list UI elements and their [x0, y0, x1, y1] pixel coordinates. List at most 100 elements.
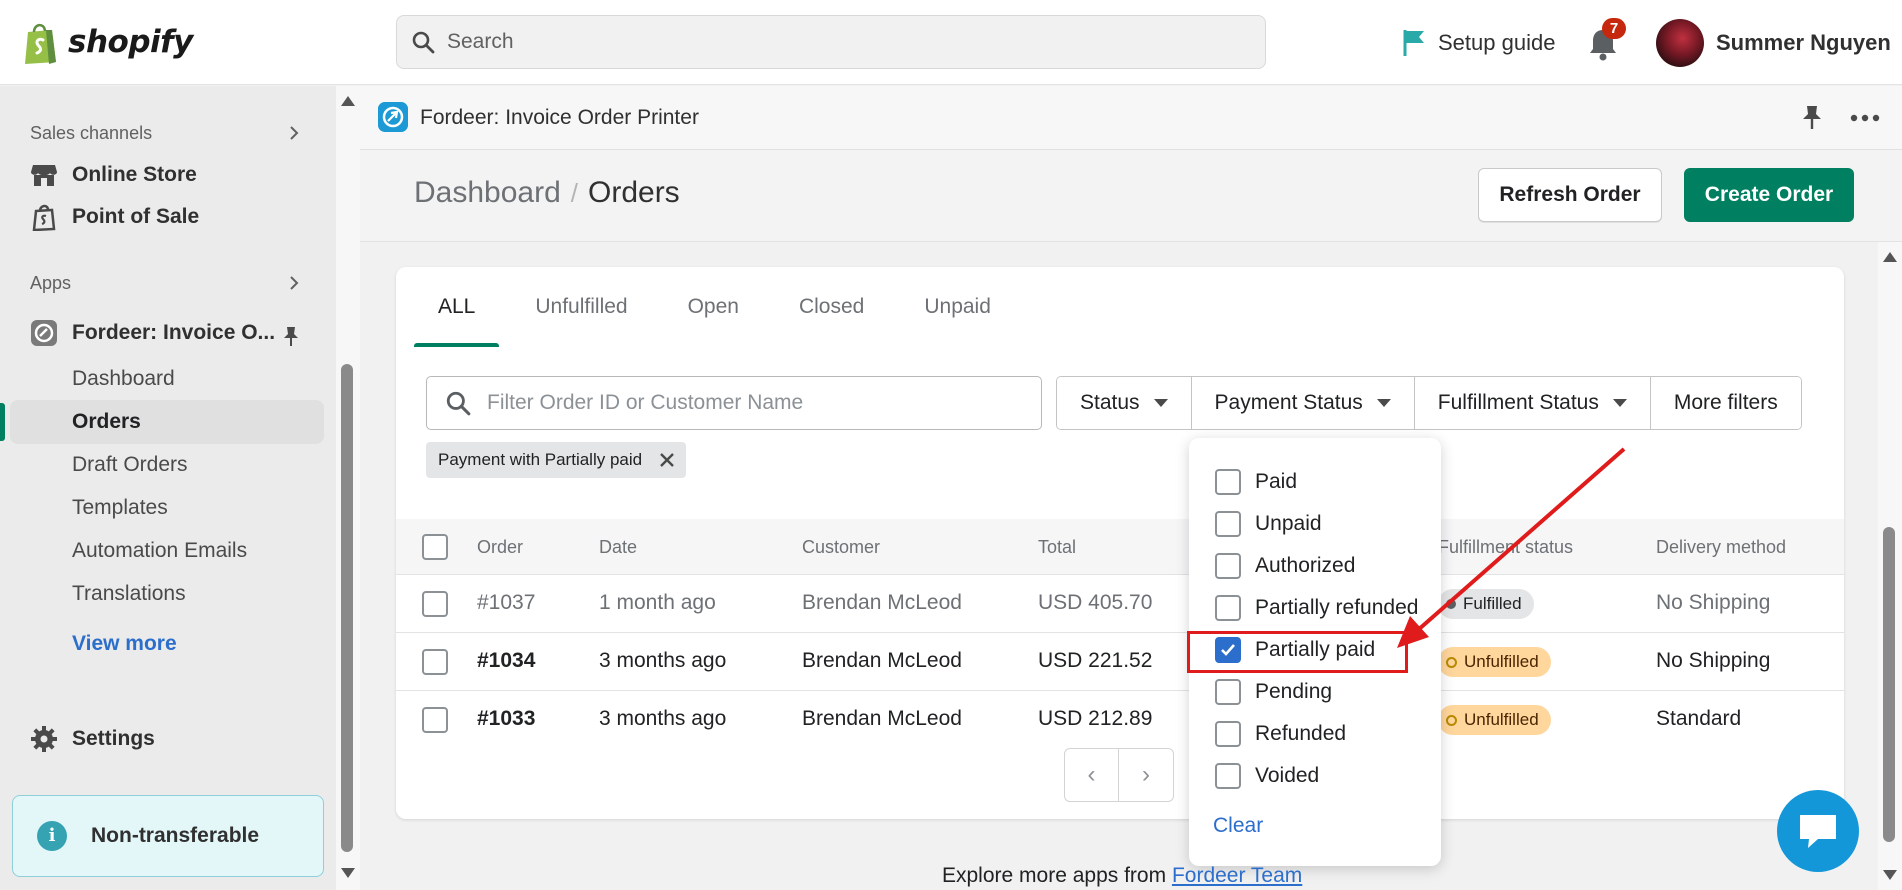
option-checkbox[interactable] — [1215, 469, 1241, 495]
scrollbar-thumb[interactable] — [1883, 527, 1895, 842]
global-search-input[interactable]: Search — [396, 15, 1266, 69]
scroll-down-arrow[interactable] — [341, 868, 355, 878]
option-checkbox[interactable] — [1215, 679, 1241, 705]
sidebar-item-point-of-sale[interactable]: Point of Sale — [30, 198, 199, 236]
tab-all[interactable]: ALL — [414, 267, 500, 347]
sidebar-item-translations[interactable]: Translations — [72, 575, 186, 613]
status-dot — [1446, 714, 1457, 726]
status-filter-button[interactable]: Status — [1057, 377, 1192, 429]
scroll-up-arrow[interactable] — [341, 96, 355, 106]
sidebar-scrollbar[interactable] — [336, 86, 360, 890]
option-checkbox[interactable] — [1215, 595, 1241, 621]
option-partially-refunded[interactable]: Partially refunded — [1215, 593, 1418, 623]
option-pending[interactable]: Pending — [1215, 677, 1332, 707]
tab-unfulfilled[interactable]: Unfulfilled — [511, 267, 651, 347]
create-order-button[interactable]: Create Order — [1684, 168, 1854, 222]
payment-status-filter-button[interactable]: Payment Status — [1191, 377, 1415, 429]
apps-heading[interactable]: Apps — [30, 273, 71, 294]
pin-icon[interactable] — [282, 325, 300, 347]
option-checkbox[interactable] — [1215, 763, 1241, 789]
tab-closed[interactable]: Closed — [775, 267, 888, 347]
more-options-icon[interactable] — [1850, 114, 1880, 122]
sidebar-item-online-store[interactable]: Online Store — [30, 156, 197, 194]
order-number[interactable]: #1033 — [477, 707, 535, 731]
option-label: Refunded — [1255, 722, 1347, 745]
option-checkbox[interactable] — [1215, 511, 1241, 537]
filter-label: Status — [1080, 391, 1140, 414]
option-label: Unpaid — [1255, 512, 1322, 535]
select-all-checkbox[interactable] — [422, 534, 448, 560]
option-paid[interactable]: Paid — [1215, 467, 1297, 497]
option-voided[interactable]: Voided — [1215, 761, 1319, 791]
sidebar-item-automation-emails[interactable]: Automation Emails — [72, 532, 247, 570]
option-authorized[interactable]: Authorized — [1215, 551, 1355, 581]
option-label: Voided — [1255, 764, 1320, 787]
annotation-highlight-box — [1187, 631, 1408, 673]
row-checkbox[interactable] — [422, 707, 448, 733]
previous-page-button[interactable]: ‹ — [1065, 749, 1120, 801]
filter-placeholder: Filter Order ID or Customer Name — [487, 391, 804, 414]
user-menu[interactable]: Summer Nguyen — [1656, 18, 1891, 68]
pin-icon[interactable] — [1800, 104, 1824, 130]
row-checkbox[interactable] — [422, 649, 448, 675]
app-title: Fordeer: Invoice Order Printer — [420, 106, 699, 129]
table-row[interactable]: #1034 3 months ago Brendan McLeod USD 22… — [396, 633, 1844, 691]
chevron-right-icon[interactable] — [286, 125, 302, 141]
sidebar-item-draft-orders[interactable]: Draft Orders — [72, 446, 188, 484]
breadcrumb-dashboard[interactable]: Dashboard — [414, 176, 561, 210]
order-filter-input[interactable]: Filter Order ID or Customer Name — [426, 376, 1042, 430]
more-filters-button[interactable]: More filters — [1650, 377, 1801, 429]
tab-unpaid[interactable]: Unpaid — [900, 267, 1015, 347]
table-row[interactable]: #1037 1 month ago Brendan McLeod USD 405… — [396, 575, 1844, 633]
tab-open[interactable]: Open — [664, 267, 763, 347]
refresh-order-button[interactable]: Refresh Order — [1478, 168, 1662, 222]
scrollbar-thumb[interactable] — [341, 364, 353, 852]
sales-channels-heading[interactable]: Sales channels — [30, 123, 152, 144]
view-more-link[interactable]: View more — [72, 632, 177, 656]
scroll-up-arrow[interactable] — [1883, 252, 1897, 262]
option-checkbox[interactable] — [1215, 553, 1241, 579]
column-order: Order — [477, 537, 524, 557]
non-transferable-notice[interactable]: i Non-transferable — [12, 795, 324, 877]
sidebar-item-dashboard[interactable]: Dashboard — [72, 360, 175, 398]
order-customer: Brendan McLeod — [802, 707, 962, 730]
search-icon — [446, 391, 471, 416]
sidebar-item-settings[interactable]: Settings — [30, 720, 155, 758]
order-total: USD 221.52 — [1038, 649, 1153, 672]
order-date: 1 month ago — [599, 591, 716, 614]
chevron-right-icon[interactable] — [286, 275, 302, 291]
fulfillment-status-filter-button[interactable]: Fulfillment Status — [1414, 377, 1651, 429]
shopify-logo[interactable]: shopify — [22, 20, 193, 64]
fordeer-team-link[interactable]: Fordeer Team — [1172, 864, 1302, 887]
caret-down-icon — [1612, 399, 1627, 407]
table-row[interactable]: #1033 3 months ago Brendan McLeod USD 21… — [396, 691, 1844, 749]
setup-guide-button[interactable]: Setup guide — [1402, 24, 1555, 62]
sidebar-item-label: Settings — [72, 727, 155, 750]
row-checkbox[interactable] — [422, 591, 448, 617]
status-dot — [1446, 656, 1457, 668]
option-refunded[interactable]: Refunded — [1215, 719, 1346, 749]
order-delivery: Standard — [1656, 707, 1742, 730]
sidebar-item-fordeer-app[interactable]: Fordeer: Invoice O... — [30, 314, 275, 352]
sidebar-item-templates[interactable]: Templates — [72, 489, 168, 527]
chat-button[interactable] — [1777, 790, 1859, 872]
main-scrollbar[interactable] — [1878, 242, 1902, 890]
scroll-down-arrow[interactable] — [1883, 870, 1897, 880]
notification-count-badge: 7 — [1602, 18, 1626, 39]
column-total: Total — [1038, 537, 1077, 557]
close-icon[interactable] — [660, 453, 674, 467]
option-unpaid[interactable]: Unpaid — [1215, 509, 1322, 539]
brand-name: shopify — [68, 24, 193, 60]
flag-icon — [1403, 30, 1424, 56]
order-number[interactable]: #1037 — [477, 591, 535, 615]
status-badge: Unfulfilled — [1438, 705, 1551, 735]
next-page-button[interactable]: › — [1119, 749, 1173, 801]
order-number[interactable]: #1034 — [477, 649, 535, 673]
shopify-bag-icon — [25, 23, 56, 64]
column-delivery-method: Delivery method — [1656, 537, 1787, 557]
chat-icon — [1800, 815, 1836, 848]
clear-filter-link[interactable]: Clear — [1213, 814, 1263, 838]
option-checkbox[interactable] — [1215, 721, 1241, 747]
sidebar-item-orders[interactable]: Orders — [72, 403, 141, 441]
order-customer: Brendan McLeod — [802, 649, 962, 672]
